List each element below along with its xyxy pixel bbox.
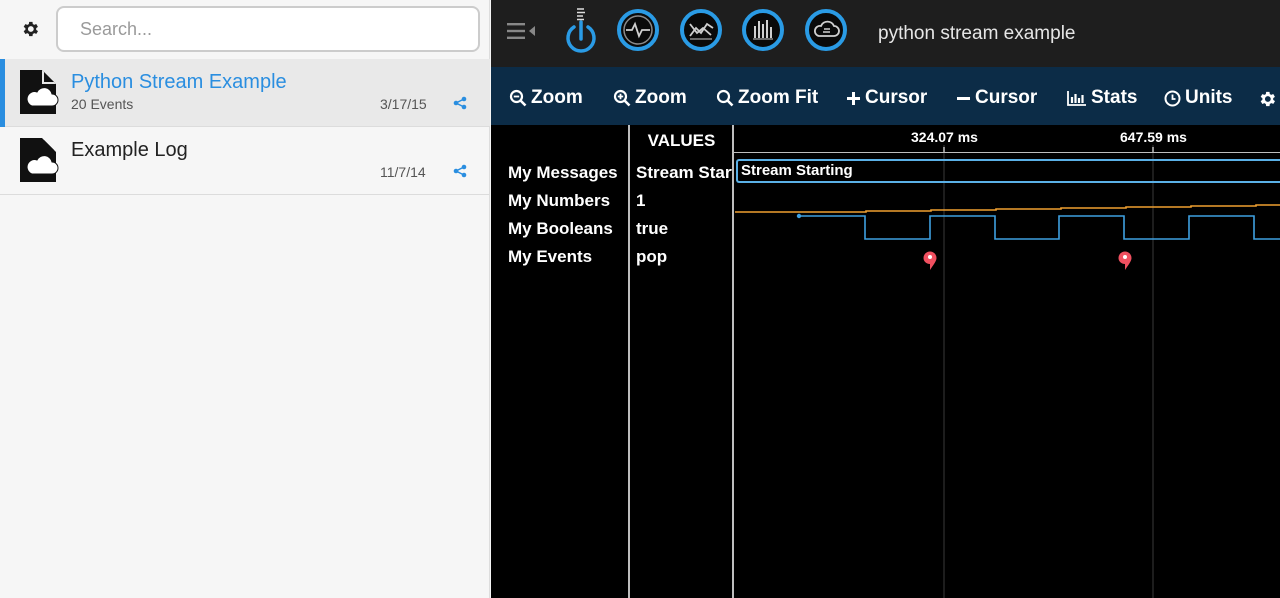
signal-value-numbers: 1 [636, 191, 646, 210]
zoom-in-button[interactable]: Zoom [613, 87, 687, 109]
stats-label: Stats [1091, 87, 1138, 108]
gear-icon[interactable] [1257, 89, 1277, 109]
minus-icon [957, 96, 970, 100]
add-cursor-label: Cursor [865, 87, 928, 108]
bar-chart-icon [1067, 91, 1086, 106]
log-date: 3/17/15 [380, 96, 427, 112]
zoom-in-icon [613, 89, 631, 107]
log-title: python stream example [878, 23, 1076, 44]
add-cursor-button[interactable]: Cursor [846, 87, 927, 109]
message-block[interactable]: Stream Starting [736, 159, 1280, 183]
line-chart-view-icon[interactable] [679, 8, 723, 52]
signal-value-booleans: true [636, 219, 669, 238]
units-button[interactable]: Units [1164, 87, 1233, 109]
zoom-out-label: Zoom [531, 87, 583, 108]
zoom-fit-label: Zoom Fit [738, 87, 819, 108]
zoom-out-button[interactable]: Zoom [509, 87, 583, 109]
zoom-in-label: Zoom [635, 87, 687, 108]
collapse-sidebar-icon[interactable] [507, 22, 537, 40]
stats-button[interactable]: Stats [1067, 87, 1137, 109]
signal-name-events[interactable]: My Events [508, 247, 592, 267]
gear-icon[interactable] [20, 19, 40, 39]
viewer-toolbar: Zoom Zoom Zoom Fit Cursor Cursor Stats U… [491, 67, 1280, 125]
share-icon[interactable] [453, 164, 467, 178]
log-name[interactable]: Python Stream Example [71, 71, 287, 94]
cloud-file-icon [20, 138, 59, 182]
share-icon[interactable] [453, 96, 467, 110]
booleans-waveform[interactable] [799, 215, 1280, 240]
pulse-view-icon[interactable] [616, 8, 660, 52]
power-logo-icon[interactable] [563, 5, 599, 53]
units-label: Units [1185, 87, 1233, 108]
clock-icon [1164, 90, 1181, 106]
search-input[interactable] [56, 6, 480, 52]
log-item-python-stream-example[interactable]: Python Stream Example 20 Events 3/17/15 [0, 59, 490, 127]
cloud-sync-view-icon[interactable] [804, 8, 848, 52]
signal-name-booleans[interactable]: My Booleans [508, 219, 613, 239]
cloud-file-icon [20, 70, 59, 114]
zoom-fit-button[interactable]: Zoom Fit [716, 87, 818, 109]
top-bar: python stream example [491, 0, 1280, 67]
remove-cursor-button[interactable]: Cursor [956, 87, 1037, 109]
log-item-example-log[interactable]: Example Log 11/7/14 [0, 127, 490, 195]
event-count: 20 Events [71, 96, 134, 112]
event-marker[interactable] [923, 251, 937, 271]
event-marker[interactable] [1118, 251, 1132, 271]
zoom-out-icon [509, 89, 527, 107]
signal-name-messages[interactable]: My Messages [508, 163, 618, 183]
log-sidebar: Python Stream Example 20 Events 3/17/15 … [0, 0, 490, 598]
signal-name-numbers[interactable]: My Numbers [508, 191, 610, 211]
viewer-pane: python stream example Zoom Zoom Zoom Fit… [491, 0, 1280, 598]
signal-viewer[interactable]: VALUES 324.07 ms 647.59 ms Stream Starti… [491, 125, 1280, 598]
remove-cursor-label: Cursor [975, 87, 1038, 108]
signal-value-events: pop [636, 247, 668, 266]
search-icon [716, 89, 734, 107]
log-date: 11/7/14 [380, 164, 426, 180]
bar-chart-view-icon[interactable] [741, 8, 785, 52]
boolean-start-dot [796, 213, 802, 219]
numbers-waveform[interactable] [735, 204, 1280, 213]
signal-value-messages: Stream Starting [636, 163, 732, 182]
plus-icon [847, 91, 860, 105]
selection-indicator [0, 59, 5, 127]
log-name[interactable]: Example Log [71, 139, 188, 162]
